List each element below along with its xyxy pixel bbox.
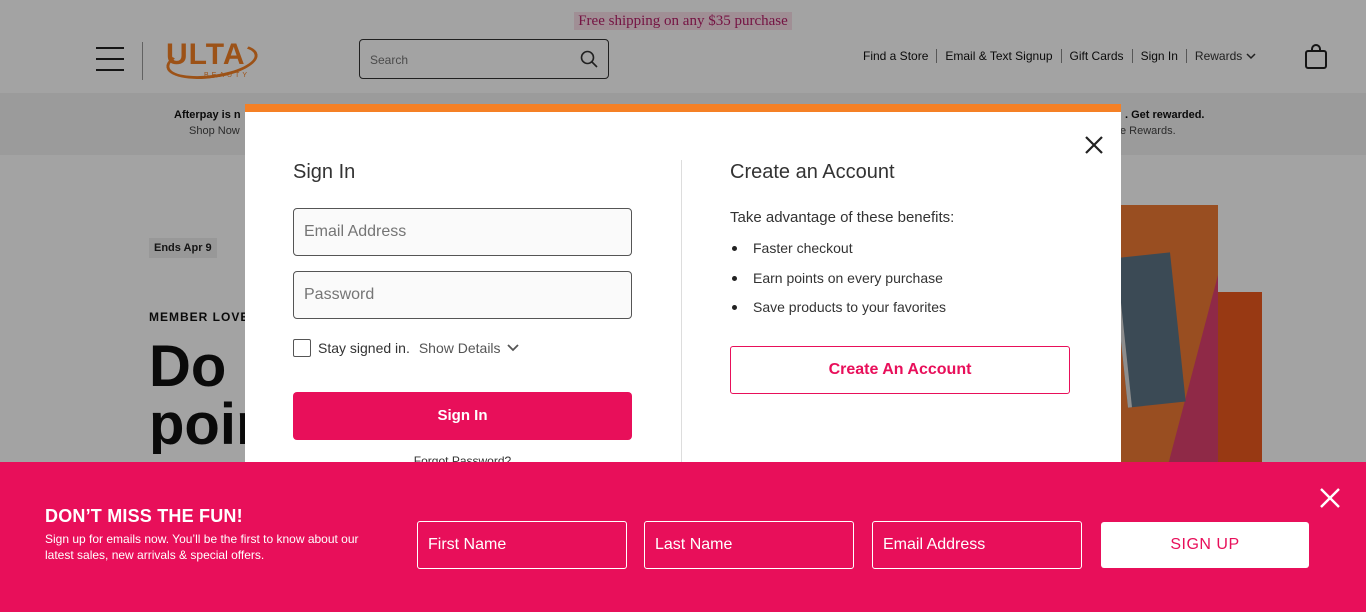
banner-title: DON’T MISS THE FUN! <box>45 506 243 526</box>
banner-email-input[interactable] <box>883 536 1073 554</box>
list-item: Faster checkout <box>730 240 946 270</box>
benefits-intro: Take advantage of these benefits: <box>730 209 955 226</box>
list-item: Save products to your favorites <box>730 299 946 329</box>
create-account-heading: Create an Account <box>730 161 895 183</box>
column-divider <box>681 160 682 484</box>
sign-in-heading: Sign In <box>293 161 356 183</box>
last-name-field <box>644 521 854 569</box>
sign-in-modal: Sign In Stay signed in. Show Details Sig… <box>245 104 1121 484</box>
show-details-label: Show Details <box>418 340 501 356</box>
last-name-input[interactable] <box>655 536 845 554</box>
chevron-down-icon <box>506 344 519 352</box>
password-input[interactable] <box>304 286 614 304</box>
first-name-input[interactable] <box>428 536 618 554</box>
sign-in-button[interactable]: Sign In <box>293 392 632 440</box>
stay-signed-in-label[interactable]: Stay signed in. <box>318 340 410 356</box>
close-icon[interactable] <box>1318 486 1342 510</box>
sign-up-button[interactable]: SIGN UP <box>1101 522 1309 568</box>
stay-signed-in-checkbox[interactable] <box>293 339 311 357</box>
list-item: Earn points on every purchase <box>730 270 946 300</box>
create-account-button[interactable]: Create An Account <box>730 346 1070 394</box>
email-field <box>293 208 632 256</box>
show-details-toggle[interactable]: Show Details <box>419 340 519 356</box>
close-icon[interactable] <box>1083 134 1105 156</box>
banner-subtitle: Sign up for emails now. You’ll be the fi… <box>45 532 359 562</box>
password-field <box>293 271 632 319</box>
email-signup-banner: DON’T MISS THE FUN! Sign up for emails n… <box>0 462 1366 612</box>
banner-email-field <box>872 521 1082 569</box>
benefits-list: Faster checkout Earn points on every pur… <box>730 240 946 329</box>
email-input[interactable] <box>304 223 614 241</box>
stay-signed-in-row: Stay signed in. Show Details <box>293 339 519 357</box>
first-name-field <box>417 521 627 569</box>
